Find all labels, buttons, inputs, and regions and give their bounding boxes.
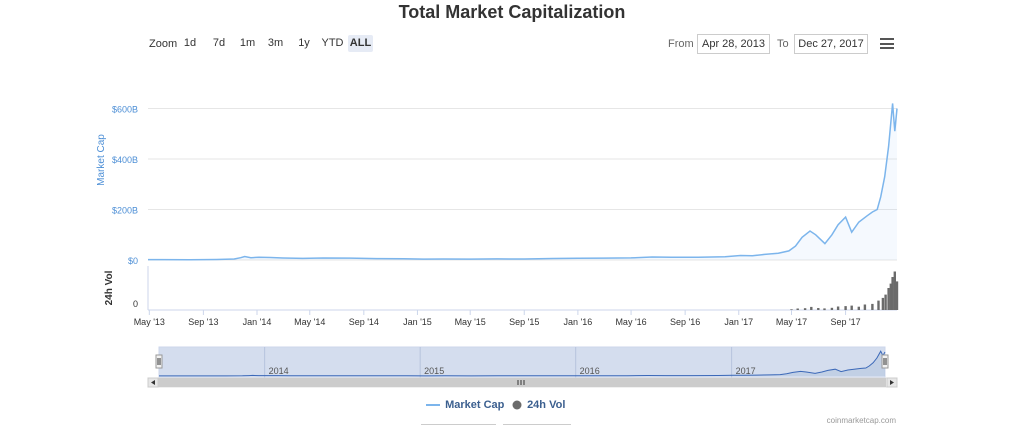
x-tick-label: May '17 xyxy=(776,317,807,327)
x-tick-label: Sep '15 xyxy=(509,317,539,327)
vol-bar xyxy=(803,308,807,310)
vol-bar xyxy=(871,303,874,310)
navigator-handle-left[interactable] xyxy=(155,354,163,369)
navigator-year-label: 2016 xyxy=(580,366,600,376)
vol-bar xyxy=(836,306,840,310)
vol-bar xyxy=(844,306,847,310)
x-tick-label: Sep '16 xyxy=(670,317,700,327)
x-tick-label: May '13 xyxy=(134,317,165,327)
vol-bar xyxy=(887,288,890,310)
x-tick-label: Jan '16 xyxy=(564,317,593,327)
y-axis-title: Market Cap xyxy=(96,134,107,186)
tab-divider-right xyxy=(503,424,571,428)
tab-divider-left xyxy=(421,424,496,428)
vol-bar xyxy=(893,271,896,310)
vol-bar xyxy=(891,277,894,310)
legend-line-icon xyxy=(426,404,440,407)
x-tick-label: Jan '15 xyxy=(403,317,432,327)
vol-bar xyxy=(823,308,826,311)
navigator-year-label: 2015 xyxy=(424,366,444,376)
vol-tick-label: 0 xyxy=(133,299,138,309)
chart-credits[interactable]: coinmarketcap.com xyxy=(827,416,896,425)
legend-24h-vol[interactable]: 24h Vol xyxy=(512,399,565,411)
vol-bar xyxy=(895,281,899,310)
legend-24h-vol-label: 24h Vol xyxy=(527,399,566,411)
chart-plot: $0 $200B $400B $600B Market Cap 0 24h Vol May '… xyxy=(96,103,899,388)
vol-bar xyxy=(857,306,860,310)
market-cap-area xyxy=(148,103,897,261)
y-tick-label: $200B xyxy=(112,206,138,216)
x-tick-label: Sep '13 xyxy=(188,317,218,327)
legend-market-cap-label: Market Cap xyxy=(445,399,505,411)
navigator-year-label: 2017 xyxy=(736,366,756,376)
vol-bar xyxy=(810,306,813,310)
series-line-market-cap xyxy=(148,103,898,261)
chart-container: Total Market Capitalization Zoom 1d 7d 1m 3… xyxy=(0,0,1024,427)
navigator-year-label: 2014 xyxy=(269,366,289,376)
x-tick-label: May '16 xyxy=(615,317,646,327)
x-tick-label: Sep '14 xyxy=(349,317,379,327)
y-tick-label: $0 xyxy=(128,256,138,266)
vol-bar xyxy=(790,309,793,310)
y-tick-label: $600B xyxy=(112,105,138,115)
x-tick-label: May '15 xyxy=(455,317,486,327)
vol-bar xyxy=(881,297,885,310)
navigator-handle-right[interactable] xyxy=(881,354,889,369)
vol-bar xyxy=(830,307,834,310)
y-tick-label: $400B xyxy=(112,155,138,165)
x-tick-label: Jan '17 xyxy=(724,317,753,327)
x-tick-label: Jan '14 xyxy=(243,317,272,327)
legend-market-cap[interactable]: Market Cap xyxy=(426,399,504,411)
x-tick-label: Sep '17 xyxy=(830,317,860,327)
vol-bar xyxy=(796,308,799,310)
legend-dot-icon xyxy=(512,400,522,410)
scrollbar-thumb[interactable] xyxy=(158,378,886,387)
vol-bar xyxy=(850,305,853,310)
x-tick-label: May '14 xyxy=(294,317,325,327)
vol-bar xyxy=(877,300,880,310)
vol-bar xyxy=(817,308,820,310)
vol-bar xyxy=(884,294,887,310)
vol-axis-title: 24h Vol xyxy=(104,270,115,305)
vol-bar xyxy=(863,304,867,310)
